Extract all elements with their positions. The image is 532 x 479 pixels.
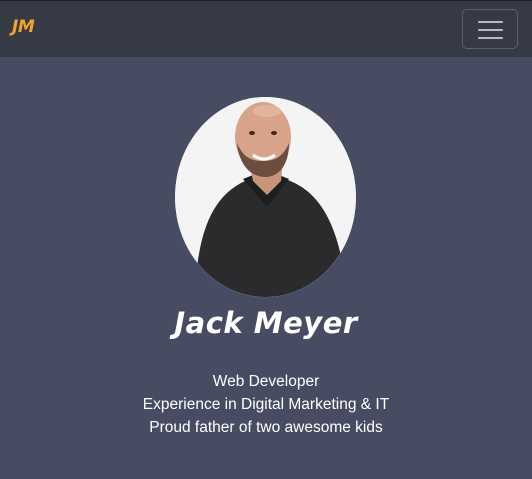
profile-photo-illustration — [175, 97, 356, 297]
profile-bio: Web Developer Experience in Digital Mark… — [0, 370, 532, 439]
hamburger-menu-icon-bar — [478, 29, 503, 31]
brand-logo[interactable]: JM — [12, 17, 35, 37]
navbar-toggle-button[interactable] — [462, 9, 518, 49]
profile-photo — [175, 97, 356, 297]
hamburger-menu-icon-bar — [478, 37, 503, 39]
bio-line-family: Proud father of two awesome kids — [149, 419, 383, 436]
bio-line-experience: Experience in Digital Marketing & IT — [142, 396, 390, 413]
bio-line-title: Web Developer — [212, 373, 320, 390]
navbar: JM — [0, 0, 532, 57]
hamburger-menu-icon — [478, 21, 503, 23]
profile-name: Jack Meyer — [174, 306, 358, 340]
